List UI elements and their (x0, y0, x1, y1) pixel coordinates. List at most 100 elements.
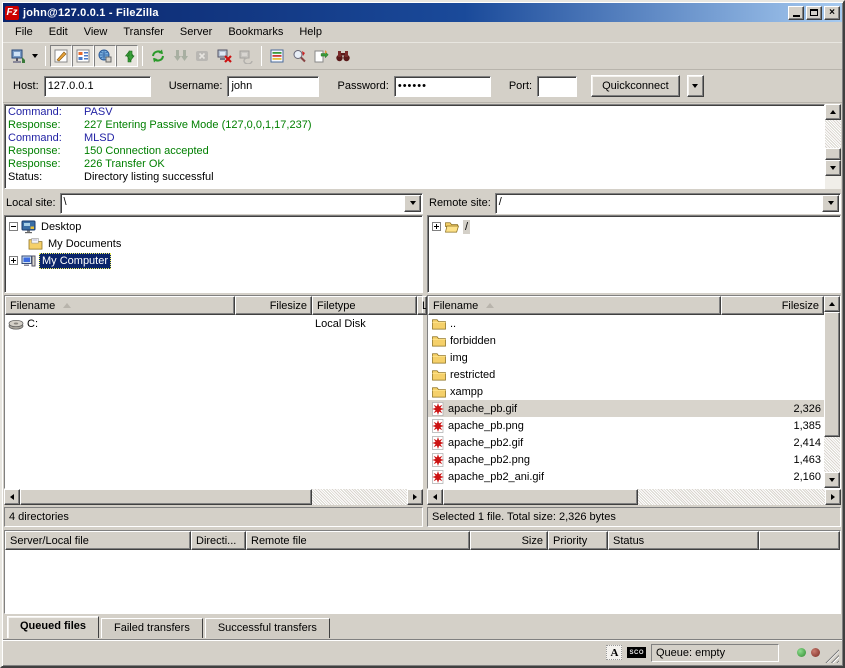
file-row-c-drive[interactable]: C: Local Disk (5, 315, 422, 332)
file-row[interactable]: apache_pb2_ani.gif 2,160 (428, 468, 824, 485)
remote-hscrollbar[interactable] (427, 489, 841, 505)
menu-server[interactable]: Server (172, 23, 220, 41)
scroll-track[interactable] (824, 437, 840, 472)
local-site-combo[interactable]: \ (60, 193, 423, 214)
cancel-button[interactable] (191, 45, 213, 67)
column-header-filename[interactable]: Filename (5, 296, 235, 315)
site-manager-button[interactable] (7, 45, 29, 67)
my-computer-icon (21, 254, 36, 268)
tree-item-desktop[interactable]: Desktop (9, 218, 422, 235)
scroll-track[interactable] (825, 120, 841, 148)
scroll-left-button[interactable] (427, 489, 443, 505)
toggle-log-button[interactable] (50, 45, 72, 67)
column-header-status[interactable]: Status (608, 531, 759, 550)
scroll-thumb[interactable] (824, 312, 840, 437)
column-header-size[interactable]: Size (470, 531, 548, 550)
site-manager-dropdown[interactable] (29, 45, 41, 67)
maximize-button[interactable] (806, 6, 822, 20)
refresh-button[interactable] (147, 45, 169, 67)
scroll-up-button[interactable] (824, 296, 840, 312)
tab-queued-files[interactable]: Queued files (7, 616, 99, 638)
scroll-thumb[interactable] (443, 489, 638, 505)
file-row[interactable]: .. (428, 315, 824, 332)
tab-failed-transfers[interactable]: Failed transfers (101, 618, 203, 638)
column-header-server-local-file[interactable]: Server/Local file (5, 531, 191, 550)
column-header-remote-file[interactable]: Remote file (246, 531, 470, 550)
remote-vscrollbar[interactable] (824, 296, 840, 488)
datatype-indicator-icon[interactable]: A (606, 645, 622, 660)
password-input[interactable] (394, 76, 491, 97)
sort-ascending-icon (63, 303, 71, 308)
scroll-up-button[interactable] (825, 104, 841, 120)
menu-help[interactable]: Help (291, 23, 330, 41)
local-list-body: C: Local Disk (5, 315, 422, 488)
disconnect-button[interactable] (213, 45, 235, 67)
tree-item-my-documents[interactable]: My Documents (9, 235, 422, 252)
process-queue-button[interactable] (169, 45, 191, 67)
tree-item-my-computer[interactable]: My Computer (9, 252, 422, 269)
file-row-selected[interactable]: apache_pb.gif 2,326 (428, 400, 824, 417)
toggle-local-tree-button[interactable] (72, 45, 94, 67)
local-hscrollbar[interactable] (4, 489, 423, 505)
expand-icon[interactable] (432, 222, 441, 231)
column-header-priority[interactable]: Priority (548, 531, 608, 550)
close-button[interactable]: × (824, 6, 840, 20)
speed-limit-indicator-icon[interactable]: SCO (627, 647, 646, 658)
file-row[interactable]: apache_pb2.gif 2,414 (428, 434, 824, 451)
port-input[interactable] (537, 76, 577, 97)
tree-label[interactable]: Desktop (39, 220, 83, 234)
scroll-track[interactable] (312, 489, 407, 505)
menu-edit[interactable]: Edit (41, 23, 76, 41)
menu-view[interactable]: View (76, 23, 116, 41)
log-scrollbar[interactable] (825, 104, 841, 189)
scroll-right-button[interactable] (407, 489, 423, 505)
find-files-button[interactable] (332, 45, 354, 67)
file-row[interactable]: apache_pb.png 1,385 (428, 417, 824, 434)
reconnect-icon (238, 48, 254, 64)
column-header-filetype[interactable]: Filetype (312, 296, 417, 315)
username-input[interactable] (227, 76, 319, 97)
tree-label[interactable]: My Documents (46, 237, 123, 251)
scroll-down-button[interactable] (824, 472, 840, 488)
collapse-icon[interactable] (9, 222, 18, 231)
file-row[interactable]: apache_pb2.png 1,463 (428, 451, 824, 468)
tree-item-root[interactable]: / (432, 218, 840, 235)
reconnect-button[interactable] (235, 45, 257, 67)
combo-dropdown-button[interactable] (822, 195, 839, 212)
synchronized-browsing-button[interactable] (310, 45, 332, 67)
scroll-thumb[interactable] (20, 489, 312, 505)
tree-label[interactable]: My Computer (39, 253, 111, 269)
directory-comparison-button[interactable] (266, 45, 288, 67)
scroll-track[interactable] (638, 489, 825, 505)
combo-dropdown-button[interactable] (404, 195, 421, 212)
column-header-filename[interactable]: Filename (428, 296, 721, 315)
file-row[interactable]: restricted (428, 366, 824, 383)
menu-bookmarks[interactable]: Bookmarks (220, 23, 291, 41)
file-row[interactable]: xampp (428, 383, 824, 400)
file-row[interactable]: img (428, 349, 824, 366)
scroll-right-button[interactable] (825, 489, 841, 505)
quickconnect-dropdown[interactable] (687, 75, 704, 97)
expand-icon[interactable] (9, 256, 18, 265)
scroll-left-button[interactable] (4, 489, 20, 505)
remote-site-combo[interactable]: / (495, 193, 841, 214)
resize-grip[interactable] (825, 649, 839, 663)
menu-file[interactable]: File (7, 23, 41, 41)
quickconnect-button[interactable]: Quickconnect (591, 75, 680, 97)
tree-label[interactable]: / (463, 220, 470, 234)
scroll-thumb[interactable] (825, 148, 841, 160)
filter-button[interactable] (288, 45, 310, 67)
minimize-button[interactable] (788, 6, 804, 20)
file-row[interactable]: forbidden (428, 332, 824, 349)
column-header-filesize[interactable]: Filesize (235, 296, 312, 315)
scroll-down-button[interactable] (825, 160, 841, 176)
local-pane: Local site: \ Desktop (4, 192, 423, 527)
host-input[interactable] (44, 76, 151, 97)
tab-successful-transfers[interactable]: Successful transfers (205, 618, 330, 638)
toggle-queue-button[interactable] (116, 45, 138, 67)
menu-transfer[interactable]: Transfer (115, 23, 172, 41)
filezilla-window: Fz john@127.0.0.1 - FileZilla × File Edi… (0, 0, 845, 668)
column-header-direction[interactable]: Directi... (191, 531, 246, 550)
column-header-filesize[interactable]: Filesize (721, 296, 824, 315)
toggle-remote-tree-button[interactable] (94, 45, 116, 67)
